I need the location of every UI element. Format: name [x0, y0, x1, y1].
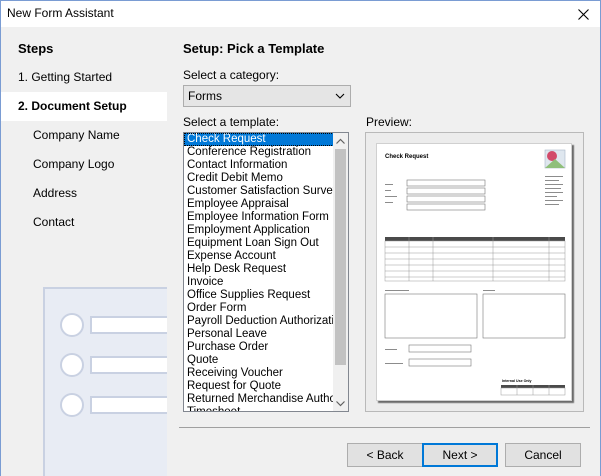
chevron-down-icon: [336, 400, 345, 406]
template-list-item[interactable]: Expense Account: [184, 250, 334, 263]
close-button[interactable]: [566, 1, 600, 27]
preview-page: Check Request Internal Use Only: [376, 143, 572, 401]
template-list[interactable]: Check Request Conference Registration Cont…: [183, 132, 349, 412]
template-list-item[interactable]: Quote: [184, 354, 334, 367]
step-document-setup[interactable]: 2. Document Setup: [1, 92, 167, 121]
template-list-item[interactable]: Purchase Order: [184, 341, 334, 354]
template-list-item[interactable]: Employee Information Form: [184, 211, 334, 224]
next-button-label: Next >: [442, 448, 478, 462]
template-list-item[interactable]: Personal Leave: [184, 328, 334, 341]
chevron-up-icon: [336, 138, 345, 144]
chevron-down-icon: [335, 93, 345, 99]
template-label: Select a template:: [183, 115, 280, 129]
template-list-item[interactable]: Customer Satisfaction Survey: [184, 185, 334, 198]
template-list-item[interactable]: Employee Appraisal: [184, 198, 334, 211]
template-list-item[interactable]: Credit Debit Memo: [184, 172, 334, 185]
step-address[interactable]: Address: [1, 179, 167, 208]
back-button-label: < Back: [366, 448, 404, 462]
template-list-item[interactable]: Office Supplies Request: [184, 289, 334, 302]
template-list-item[interactable]: Check Request: [184, 133, 334, 146]
cancel-button[interactable]: Cancel: [505, 443, 581, 467]
template-preview: Check Request Internal Use Only: [365, 132, 584, 412]
category-dropdown[interactable]: Forms: [183, 85, 351, 107]
next-button[interactable]: Next >: [422, 443, 498, 467]
preview-table: [384, 237, 566, 282]
step-label: 1. Getting Started: [18, 70, 113, 84]
category-value: Forms: [188, 89, 222, 103]
steps-sidebar: Steps 1. Getting Started 2. Document Set…: [1, 27, 167, 476]
title-bar: New Form Assistant: [1, 1, 600, 27]
window-title: New Form Assistant: [7, 6, 114, 20]
step-label: Contact: [33, 215, 75, 229]
template-list-item[interactable]: Payroll Deduction Authorization: [184, 315, 334, 328]
template-list-item[interactable]: Timesheet: [184, 406, 334, 411]
step-contact[interactable]: Contact: [1, 208, 167, 237]
step-company-name[interactable]: Company Name: [1, 121, 167, 150]
step-getting-started[interactable]: 1. Getting Started: [1, 63, 167, 92]
scroll-up-button[interactable]: [333, 133, 348, 148]
template-list-item[interactable]: Returned Merchandise Authorization: [184, 393, 334, 406]
template-list-scrollbar[interactable]: [333, 133, 348, 411]
step-company-logo[interactable]: Company Logo: [1, 150, 167, 179]
close-icon: [577, 8, 589, 20]
step-label: 2. Document Setup: [18, 99, 127, 113]
template-list-items: Check Request Conference Registration Cont…: [184, 133, 334, 411]
preview-photo-icon: [544, 149, 566, 169]
scroll-down-button[interactable]: [333, 396, 348, 411]
wizard-window: New Form Assistant Steps 1. Getting Star…: [0, 0, 601, 476]
template-list-item[interactable]: Conference Registration: [184, 146, 334, 159]
template-list-item[interactable]: Invoice: [184, 276, 334, 289]
template-list-item[interactable]: Equipment Loan Sign Out: [184, 237, 334, 250]
back-button[interactable]: < Back: [347, 443, 423, 467]
main-panel: Setup: Pick a Template Select a category…: [167, 27, 600, 476]
checklist-illustration-icon: [43, 287, 167, 476]
template-list-item[interactable]: Employment Application: [184, 224, 334, 237]
step-label: Company Logo: [33, 157, 115, 171]
step-label: Company Name: [33, 128, 120, 142]
template-list-item[interactable]: Request for Quote: [184, 380, 334, 393]
footer-separator: [179, 427, 590, 428]
preview-document-thumbnail: Check Request Internal Use Only: [384, 149, 566, 396]
steps-title: Steps: [18, 41, 54, 56]
step-label: Address: [33, 186, 78, 200]
template-list-item[interactable]: Help Desk Request: [184, 263, 334, 276]
scroll-thumb[interactable]: [335, 149, 346, 365]
preview-footer-title: Internal Use Only: [502, 379, 532, 383]
template-list-item[interactable]: Order Form: [184, 302, 334, 315]
template-list-item[interactable]: Receiving Voucher: [184, 367, 334, 380]
cancel-button-label: Cancel: [524, 448, 562, 462]
page-title: Setup: Pick a Template: [183, 41, 325, 56]
preview-doc-title: Check Request: [385, 154, 428, 160]
category-label: Select a category:: [183, 68, 280, 82]
preview-label: Preview:: [366, 115, 413, 129]
template-list-item[interactable]: Contact Information: [184, 159, 334, 172]
